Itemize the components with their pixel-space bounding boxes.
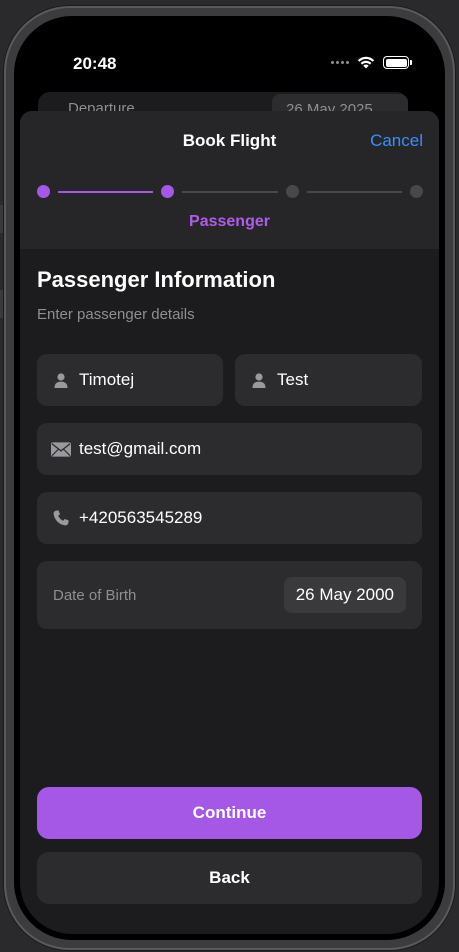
status-icons (331, 56, 412, 69)
battery-icon (383, 56, 412, 69)
phone-icon (51, 510, 71, 526)
current-step-label: Passenger (189, 213, 270, 230)
step-connector (58, 191, 154, 193)
section-title: Passenger Information (37, 267, 276, 292)
first-name-input[interactable] (79, 370, 223, 390)
step-dot (37, 185, 50, 198)
status-bar: 20:48 (20, 22, 439, 102)
wifi-icon (357, 56, 375, 69)
date-of-birth-label: Date of Birth (53, 587, 137, 604)
progress-stepper (37, 185, 423, 199)
phone-bezel: 20:48 Departure 26 May 2025 Book Flight … (14, 16, 445, 940)
step-dot (285, 185, 299, 198)
email-field[interactable] (37, 423, 422, 475)
step-dot (161, 185, 175, 198)
phone-input[interactable] (79, 508, 422, 528)
book-flight-sheet: Book Flight Cancel Passenger Passenger I… (20, 111, 439, 934)
status-time: 20:48 (73, 54, 117, 73)
first-name-field[interactable] (37, 354, 223, 406)
phone-frame: 20:48 Departure 26 May 2025 Book Flight … (4, 6, 455, 950)
date-of-birth-picker[interactable]: 26 May 2000 (283, 577, 406, 613)
sheet-header: Book Flight Cancel Passenger (20, 111, 439, 249)
person-icon (249, 372, 269, 388)
step-dot (410, 185, 423, 198)
last-name-field[interactable] (235, 354, 422, 406)
cellular-dots-icon (331, 61, 349, 64)
phone-screen: 20:48 Departure 26 May 2025 Book Flight … (20, 22, 439, 934)
email-input[interactable] (79, 439, 422, 459)
step-connector (306, 191, 402, 193)
cancel-button[interactable]: Cancel (370, 131, 423, 151)
section-subtitle: Enter passenger details (37, 306, 195, 323)
date-of-birth-row: Date of Birth 26 May 2000 (37, 561, 422, 629)
envelope-icon (51, 441, 71, 457)
step-connector (182, 191, 278, 193)
phone-field[interactable] (37, 492, 422, 544)
back-button[interactable]: Back (37, 852, 422, 904)
continue-button[interactable]: Continue (37, 787, 422, 839)
person-icon (51, 372, 71, 388)
last-name-input[interactable] (277, 370, 422, 390)
